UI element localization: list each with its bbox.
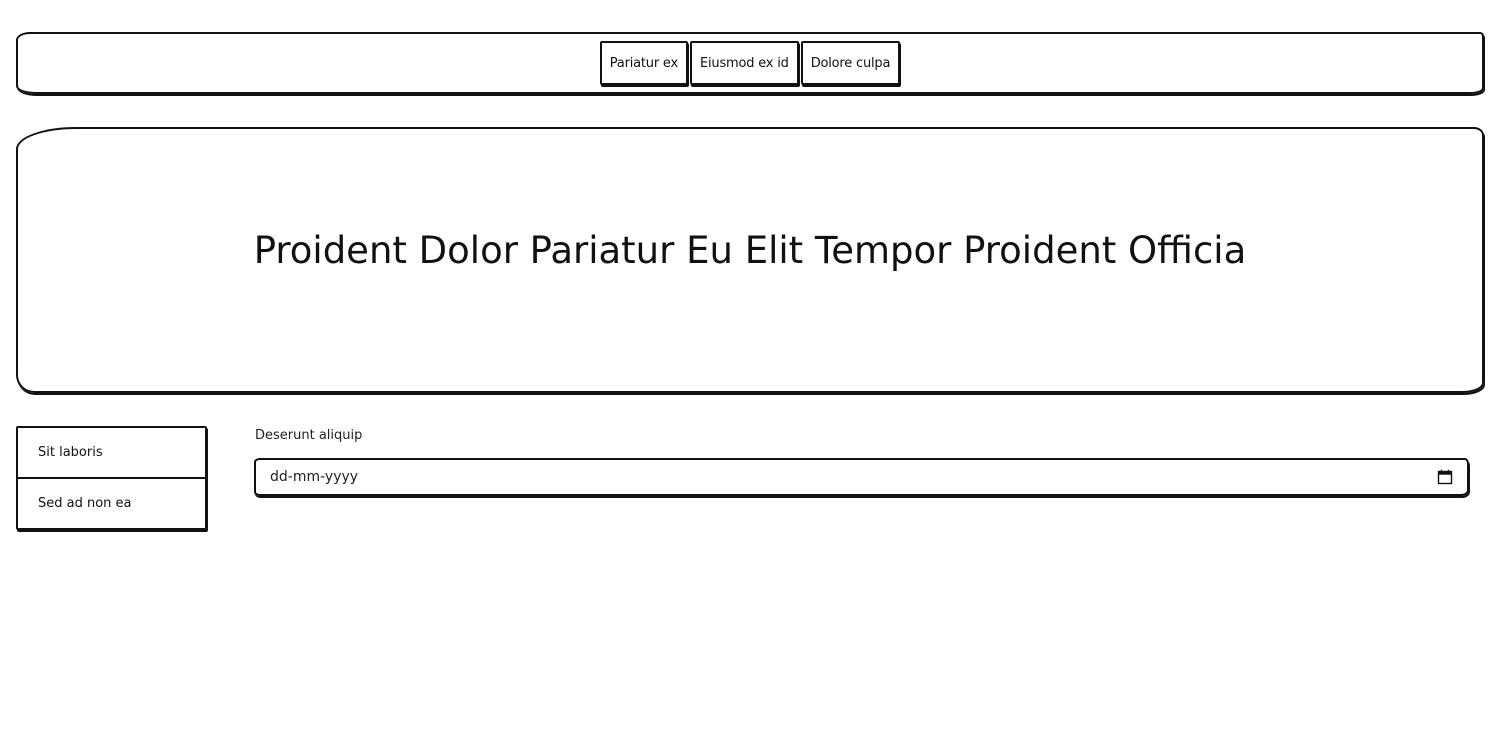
date-input[interactable]: dd-mm-yyyy [254,458,1469,496]
date-field-label: Deserunt aliquip [255,428,363,443]
sidebar-item-sit-laboris[interactable]: Sit laboris [18,428,205,477]
sidebar-list: Sit laboris Sed ad non ea [16,426,207,530]
sidebar-item-sed-ad-non-ea[interactable]: Sed ad non ea [18,477,205,528]
date-input-placeholder: dd-mm-yyyy [270,469,359,485]
calendar-icon[interactable] [1437,469,1453,485]
nav-button-dolore-culpa[interactable]: Dolore culpa [800,41,901,85]
hero-title: Proident Dolor Pariatur Eu Elit Tempor P… [253,228,1247,272]
nav-button-eiusmod-ex-id[interactable]: Eiusmod ex id [689,41,799,85]
top-nav-bar: Pariatur ex Eiusmod ex id Dolore culpa [16,32,1484,94]
hero-banner: Proident Dolor Pariatur Eu Elit Tempor P… [16,127,1484,393]
nav-button-group: Pariatur ex Eiusmod ex id Dolore culpa [599,41,901,85]
nav-button-pariatur-ex[interactable]: Pariatur ex [599,41,688,85]
